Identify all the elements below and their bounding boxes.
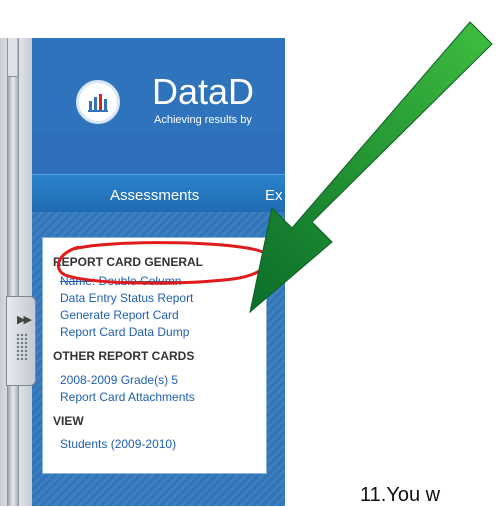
app-tagline: Achieving results by [154,114,252,126]
app-header: DataD Achieving results by [32,38,285,132]
menu-link-report-card-data-dump[interactable]: Report Card Data Dump [60,325,189,339]
scrollbar-track[interactable] [7,38,19,506]
menu-link-2008-2009-grade-5[interactable]: 2008-2009 Grade(s) 5 [60,373,178,387]
section-heading-view: VIEW [53,414,84,428]
content-area: REPORT CARD GENERAL Name: Double Column … [32,212,285,506]
scrollbar-up-button[interactable] [8,38,17,77]
left-window-frame [0,38,36,506]
nav-ex[interactable]: Ex [265,187,283,204]
drag-grip-icon [16,333,28,361]
app-window: DataD Achieving results by Assessments E… [32,38,285,506]
sidebar-expand-toggle[interactable]: ▶▶ [6,296,36,386]
bar-chart-logo-icon [88,94,108,112]
app-brand-name: DataD [152,71,255,112]
section-heading-report-card-general: REPORT CARD GENERAL [53,255,204,269]
section-heading-other-report-cards: OTHER REPORT CARDS [53,349,195,363]
menu-link-report-card-attachments[interactable]: Report Card Attachments [60,390,195,404]
main-nav: Assessments Ex [32,174,285,213]
menu-link-name-double-column[interactable]: Name: Double Column [60,274,181,288]
nav-assessments[interactable]: Assessments [110,187,199,204]
menu-link-data-entry-status-report[interactable]: Data Entry Status Report [60,291,193,305]
logo [76,80,120,124]
annotation-caption: 11.You w [360,484,441,506]
report-card-menu: REPORT CARD GENERAL Name: Double Column … [42,237,267,474]
menu-link-students-2009-2010[interactable]: Students (2009-2010) [60,437,176,451]
double-chevron-right-icon: ▶▶ [17,314,32,326]
menu-link-generate-report-card[interactable]: Generate Report Card [60,308,179,322]
